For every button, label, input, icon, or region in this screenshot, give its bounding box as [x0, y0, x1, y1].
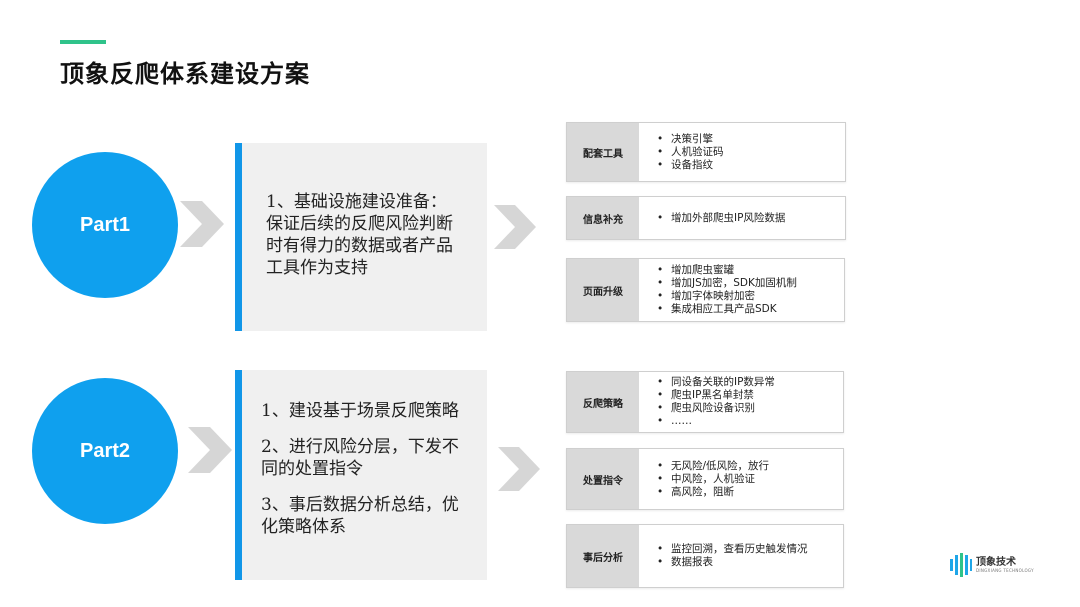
card-label: 配套工具: [567, 123, 639, 181]
part1-line: 保证后续的反爬风险判断: [266, 214, 453, 234]
chevron-right-icon: [180, 201, 224, 247]
list-item: 爬虫IP黑名单封禁: [657, 389, 775, 402]
card-anti-crawl-strategy: 反爬策略 同设备关联的IP数异常 爬虫IP黑名单封禁 爬虫风险设备识别 ……: [566, 371, 844, 433]
chevron-right-icon: [498, 447, 540, 491]
list-item: 设备指纹: [657, 159, 724, 172]
part2-line: 同的处置指令: [261, 459, 363, 479]
card-label: 处置指令: [567, 449, 639, 509]
part2-label: Part2: [79, 439, 131, 462]
card-label: 事后分析: [567, 525, 639, 587]
brand-logo: 顶象技术 DINGXIANG TECHNOLOGY: [950, 553, 1034, 577]
list-item: 增加外部爬虫IP风险数据: [657, 212, 785, 225]
list-item: 人机验证码: [657, 146, 724, 159]
list-item: 数据报表: [657, 556, 808, 569]
card-item-list: 同设备关联的IP数异常 爬虫IP黑名单封禁 爬虫风险设备识别 ……: [639, 372, 775, 432]
part2-line: 1、建设基于场景反爬策略: [261, 401, 459, 421]
brand-bars-icon: [950, 553, 972, 577]
card-item-list: 决策引擎 人机验证码 设备指纹: [639, 123, 724, 181]
part1-label: Part1: [79, 213, 131, 236]
brand-subtitle: DINGXIANG TECHNOLOGY: [976, 568, 1034, 573]
card-post-analysis: 事后分析 监控回溯，查看历史触发情况 数据报表: [566, 524, 844, 588]
brand-text: 顶象技术 DINGXIANG TECHNOLOGY: [976, 557, 1034, 573]
list-item: 增加爬虫蜜罐: [657, 264, 797, 277]
page-title: 顶象反爬体系建设方案: [60, 60, 310, 88]
card-item-list: 增加爬虫蜜罐 增加JS加密，SDK加固机制 增加字体映射加密 集成相应工具产品S…: [639, 259, 797, 321]
list-item: 增加JS加密，SDK加固机制: [657, 277, 797, 290]
card-item-list: 增加外部爬虫IP风险数据: [639, 197, 785, 239]
part2-text-box: 1、建设基于场景反爬策略 2、进行风险分层，下发不 同的处置指令 3、事后数据分…: [235, 370, 487, 580]
list-item: ……: [657, 415, 775, 428]
list-item: 集成相应工具产品SDK: [657, 303, 797, 316]
card-item-list: 监控回溯，查看历史触发情况 数据报表: [639, 525, 808, 587]
list-item: 决策引擎: [657, 133, 724, 146]
part2-line: 2、进行风险分层，下发不: [261, 437, 459, 457]
list-item: 监控回溯，查看历史触发情况: [657, 543, 808, 556]
part2-line: 化策略体系: [261, 517, 346, 537]
list-item: 爬虫风险设备识别: [657, 402, 775, 415]
part1-circle: Part1: [32, 152, 178, 298]
list-item: 同设备关联的IP数异常: [657, 376, 775, 389]
chevron-right-icon: [188, 427, 232, 473]
card-item-list: 无风险/低风险，放行 中风险，人机验证 高风险，阻断: [639, 449, 769, 509]
card-label: 信息补充: [567, 197, 639, 239]
chevron-right-icon: [494, 205, 536, 249]
part1-line: 1、基础设施建设准备：: [266, 192, 447, 212]
list-item: 中风险，人机验证: [657, 473, 769, 486]
card-tools: 配套工具 决策引擎 人机验证码 设备指纹: [566, 122, 846, 182]
part1-line: 工具作为支持: [266, 258, 368, 278]
list-item: 高风险，阻断: [657, 486, 769, 499]
card-label: 页面升级: [567, 259, 639, 321]
card-label: 反爬策略: [567, 372, 639, 432]
part1-text-box: 1、基础设施建设准备： 保证后续的反爬风险判断 时有得力的数据或者产品 工具作为…: [235, 143, 487, 331]
card-info-supplement: 信息补充 增加外部爬虫IP风险数据: [566, 196, 846, 240]
card-page-upgrade: 页面升级 增加爬虫蜜罐 增加JS加密，SDK加固机制 增加字体映射加密 集成相应…: [566, 258, 845, 322]
part1-line: 时有得力的数据或者产品: [266, 236, 453, 256]
list-item: 无风险/低风险，放行: [657, 460, 769, 473]
slide: 顶象反爬体系建设方案 Part1 1、基础设施建设准备： 保证后续的反爬风险判断…: [0, 0, 1080, 607]
brand-name: 顶象技术: [976, 557, 1016, 568]
list-item: 增加字体映射加密: [657, 290, 797, 303]
title-accent-line: [60, 40, 106, 44]
part2-line: 3、事后数据分析总结，优: [261, 495, 459, 515]
part2-circle: Part2: [32, 378, 178, 524]
card-disposal-instructions: 处置指令 无风险/低风险，放行 中风险，人机验证 高风险，阻断: [566, 448, 844, 510]
